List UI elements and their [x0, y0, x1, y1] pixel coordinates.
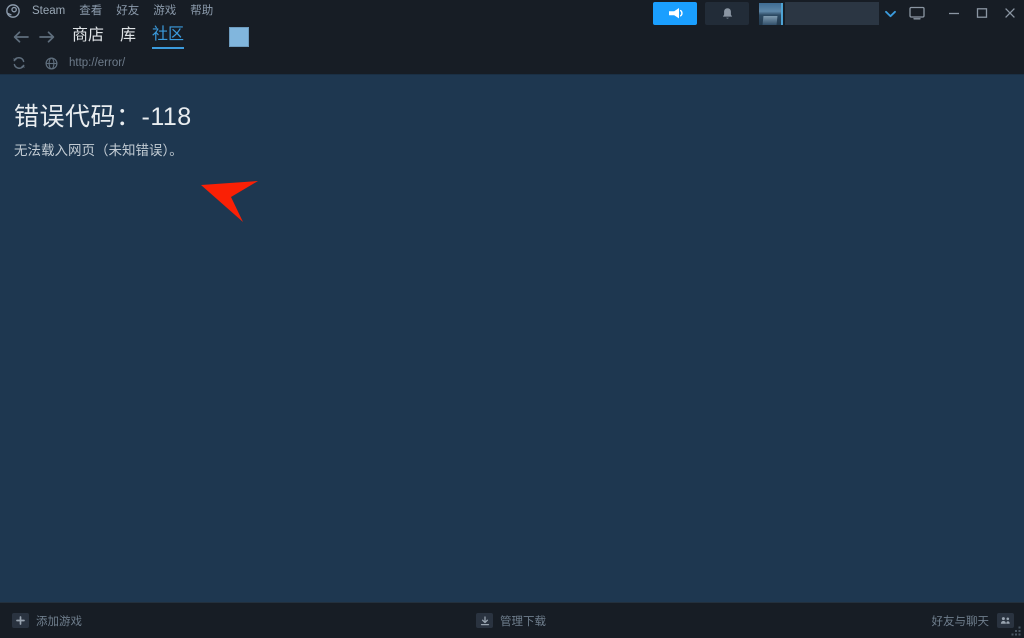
steam-logo-icon: [6, 4, 20, 18]
download-icon: [480, 615, 489, 625]
plus-icon-box: [12, 613, 29, 628]
tab-store[interactable]: 商店: [72, 26, 104, 48]
notifications-button[interactable]: [705, 2, 749, 25]
forward-button[interactable]: [34, 24, 60, 50]
bell-icon: [722, 7, 732, 19]
maximize-button[interactable]: [968, 0, 996, 25]
username-field[interactable]: [785, 2, 879, 25]
maximize-icon: [976, 7, 988, 18]
big-picture-button[interactable]: [900, 0, 934, 25]
nav-tabs: 商店 库 社区: [72, 25, 185, 49]
manage-downloads-button[interactable]: 管理下载: [476, 613, 546, 629]
tab-community[interactable]: 社区: [152, 25, 185, 49]
loading-placeholder-block: [229, 27, 250, 47]
reload-button[interactable]: [8, 54, 30, 72]
menu-item-friends[interactable]: 好友: [109, 2, 146, 20]
friends-chat-button[interactable]: 好友与聊天: [931, 613, 1014, 629]
friends-icon: [1000, 617, 1010, 624]
title-bar: Steam 查看 好友 游戏 帮助: [0, 0, 1024, 25]
error-description: 无法载入网页（未知错误）。: [14, 143, 183, 158]
minimize-icon: [949, 12, 959, 14]
menu-bar: Steam 查看 好友 游戏 帮助: [0, 2, 220, 20]
site-info-button[interactable]: [40, 54, 62, 72]
arrow-right-icon: [39, 31, 55, 43]
add-game-button[interactable]: 添加游戏: [12, 613, 82, 629]
error-title: 错误代码：-118: [14, 103, 192, 131]
account-dropdown-button[interactable]: [880, 2, 900, 25]
broadcast-button[interactable]: [653, 2, 697, 25]
url-text[interactable]: http://error/: [69, 56, 125, 70]
url-bar: http://error/: [0, 52, 1024, 74]
reload-icon: [13, 57, 25, 69]
account-menu[interactable]: [759, 2, 900, 25]
megaphone-icon: [668, 8, 683, 19]
add-game-label: 添加游戏: [36, 615, 82, 628]
avatar[interactable]: [759, 2, 783, 25]
menu-item-steam[interactable]: Steam: [25, 2, 72, 20]
bottom-status-bar: 添加游戏 管理下载 好友与聊天: [0, 602, 1024, 638]
titlebar-controls: [653, 0, 1024, 29]
page-content: 错误代码：-118 无法载入网页（未知错误）。: [0, 74, 1024, 602]
chevron-down-icon: [884, 10, 896, 17]
menu-item-view[interactable]: 查看: [72, 2, 109, 20]
menu-item-help[interactable]: 帮助: [183, 2, 220, 20]
arrow-left-icon: [13, 31, 29, 43]
minimize-button[interactable]: [940, 0, 968, 25]
download-icon-box: [476, 613, 493, 628]
steam-client-window: Steam 查看 好友 游戏 帮助 商店 库 社区 http://error/ …: [0, 0, 1024, 638]
globe-icon: [44, 56, 58, 70]
menu-item-games[interactable]: 游戏: [146, 2, 183, 20]
close-button[interactable]: [996, 0, 1024, 25]
back-button[interactable]: [8, 24, 34, 50]
resize-grip-icon[interactable]: [1010, 625, 1022, 637]
manage-downloads-label: 管理下载: [500, 615, 546, 628]
tab-library[interactable]: 库: [120, 26, 136, 48]
plus-icon: [16, 616, 25, 625]
display-icon: [909, 6, 925, 19]
close-icon: [1005, 7, 1015, 18]
friends-chat-label: 好友与聊天: [931, 615, 990, 628]
